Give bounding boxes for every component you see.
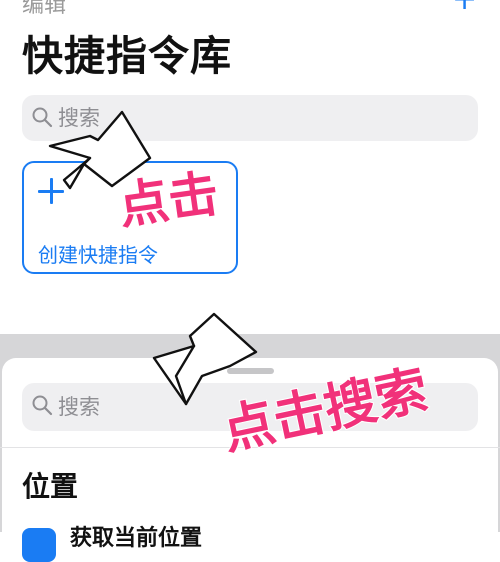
sheet-grabber[interactable]	[227, 368, 274, 374]
annotation-click-label: 点击	[114, 163, 223, 236]
section-title-location: 位置	[22, 470, 79, 503]
search-icon	[32, 107, 53, 128]
create-shortcut-label: 创建快捷指令	[38, 243, 158, 267]
top-nav: 编辑 +	[0, 0, 500, 14]
plus-icon	[38, 178, 64, 204]
add-shortcut-button[interactable]: +	[452, 0, 477, 14]
list-item-label: 获取当前位置	[70, 526, 203, 551]
location-icon	[22, 528, 56, 562]
page-title: 快捷指令库	[22, 32, 232, 80]
list-item[interactable]: 获取当前位置	[22, 518, 500, 562]
library-search-input[interactable]	[58, 95, 458, 141]
edit-button[interactable]: 编辑	[22, 0, 66, 14]
search-icon	[32, 395, 53, 416]
library-search-bar[interactable]	[22, 95, 478, 141]
